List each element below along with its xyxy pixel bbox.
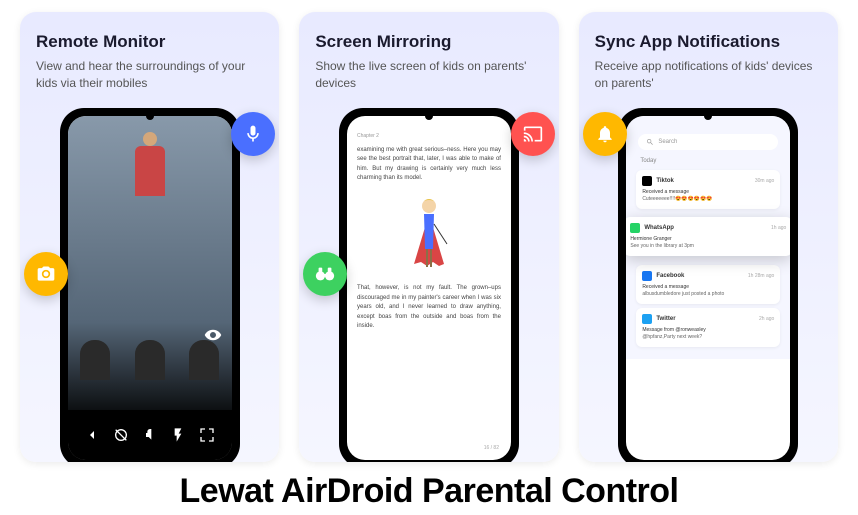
microphone-icon (231, 112, 275, 156)
twitter-icon (642, 314, 652, 324)
card-title: Screen Mirroring (315, 32, 542, 52)
bell-icon (583, 112, 627, 156)
classroom-image (68, 116, 232, 460)
ereader-content: Chapter 2 examining me with great seriou… (347, 116, 511, 348)
notification-item: Facebook 1h 28m ago Received a messageal… (636, 265, 780, 304)
search-placeholder: Search (658, 139, 677, 145)
card-desc: Show the live screen of kids on parents'… (315, 58, 542, 92)
capture-icon (113, 427, 129, 443)
notification-item-popup: WhatsApp 1h ago Hermione GrangerSee you … (626, 217, 790, 256)
camera-toolbar (68, 410, 232, 460)
whatsapp-icon (630, 223, 640, 233)
flash-icon (170, 427, 186, 443)
little-prince-illustration (399, 194, 459, 274)
footer-caption: Lewat AirDroid Parental Control (0, 472, 858, 511)
phone-mockup: Chapter 2 examining me with great seriou… (339, 108, 519, 462)
phone-mockup: Search Today Tiktok 30m ago Received a m… (618, 108, 798, 462)
today-label: Today (634, 156, 782, 166)
back-icon (84, 427, 100, 443)
notification-item: Tiktok 30m ago Received a messageCuteeee… (636, 170, 780, 209)
card-title: Sync App Notifications (595, 32, 822, 52)
card-desc: Receive app notifications of kids' devic… (595, 58, 822, 92)
eye-icon (204, 326, 222, 344)
card-row: Remote Monitor View and hear the surroun… (0, 0, 858, 474)
cast-icon (511, 112, 555, 156)
facebook-icon (642, 271, 652, 281)
card-sync-notifications: Sync App Notifications Receive app notif… (579, 12, 838, 462)
search-bar: Search (638, 134, 778, 150)
tiktok-icon (642, 176, 652, 186)
notification-list: Search Today Tiktok 30m ago Received a m… (626, 116, 790, 359)
card-desc: View and hear the surroundings of your k… (36, 58, 263, 92)
card-screen-mirroring: Screen Mirroring Show the live screen of… (299, 12, 558, 462)
camera-icon (24, 252, 68, 296)
card-remote-monitor: Remote Monitor View and hear the surroun… (20, 12, 279, 462)
notification-item: Twitter 2h ago Message from @ronweasley@… (636, 308, 780, 347)
reader-paragraph: That, however, is not my fault. The grow… (357, 284, 501, 332)
search-icon (646, 138, 654, 146)
binoculars-icon (303, 252, 347, 296)
chapter-label: Chapter 2 (357, 132, 501, 140)
audio-icon (142, 427, 158, 443)
reader-paragraph: examining me with great serious–ness. He… (357, 146, 501, 184)
fullscreen-icon (199, 427, 215, 443)
card-title: Remote Monitor (36, 32, 263, 52)
page-indicator: 16 / 82 (484, 444, 499, 452)
phone-mockup (60, 108, 240, 462)
